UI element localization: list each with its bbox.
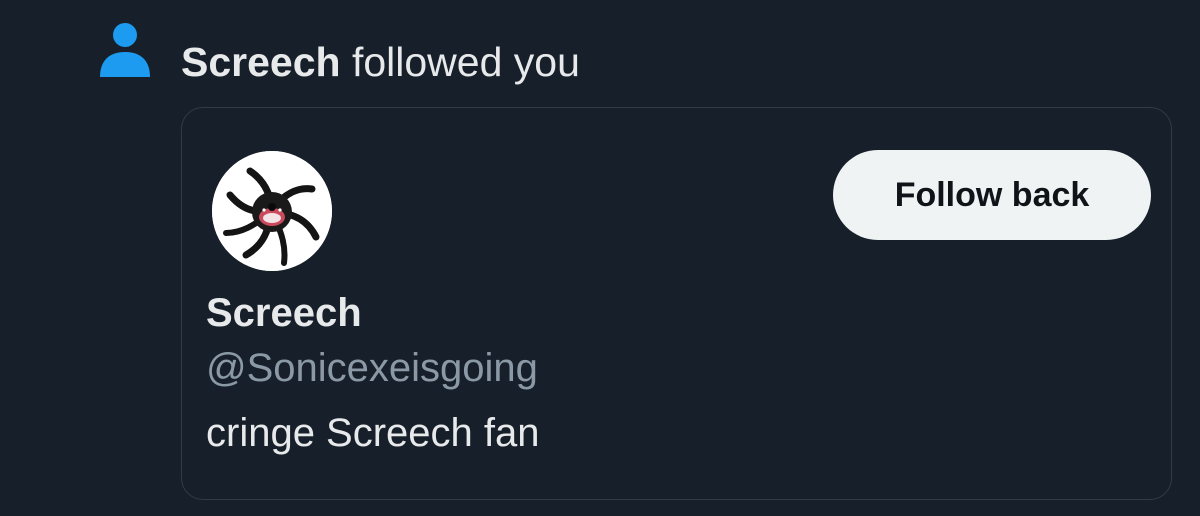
user-bio: cringe Screech fan — [206, 411, 540, 455]
notification-text: Screech followed you — [181, 38, 580, 86]
person-icon — [98, 22, 152, 78]
follow-notification-header: Screech followed you — [0, 0, 1200, 100]
screech-avatar-icon — [212, 151, 332, 271]
notification-actor-name[interactable]: Screech — [181, 39, 341, 85]
user-card[interactable]: Follow back Screech @Sonicexeisgoing cri… — [181, 107, 1172, 500]
notification-action-text: followed you — [340, 39, 580, 85]
follow-back-button[interactable]: Follow back — [833, 150, 1151, 240]
user-display-name[interactable]: Screech — [206, 290, 362, 336]
user-avatar[interactable] — [212, 151, 332, 271]
user-handle[interactable]: @Sonicexeisgoing — [206, 345, 538, 391]
